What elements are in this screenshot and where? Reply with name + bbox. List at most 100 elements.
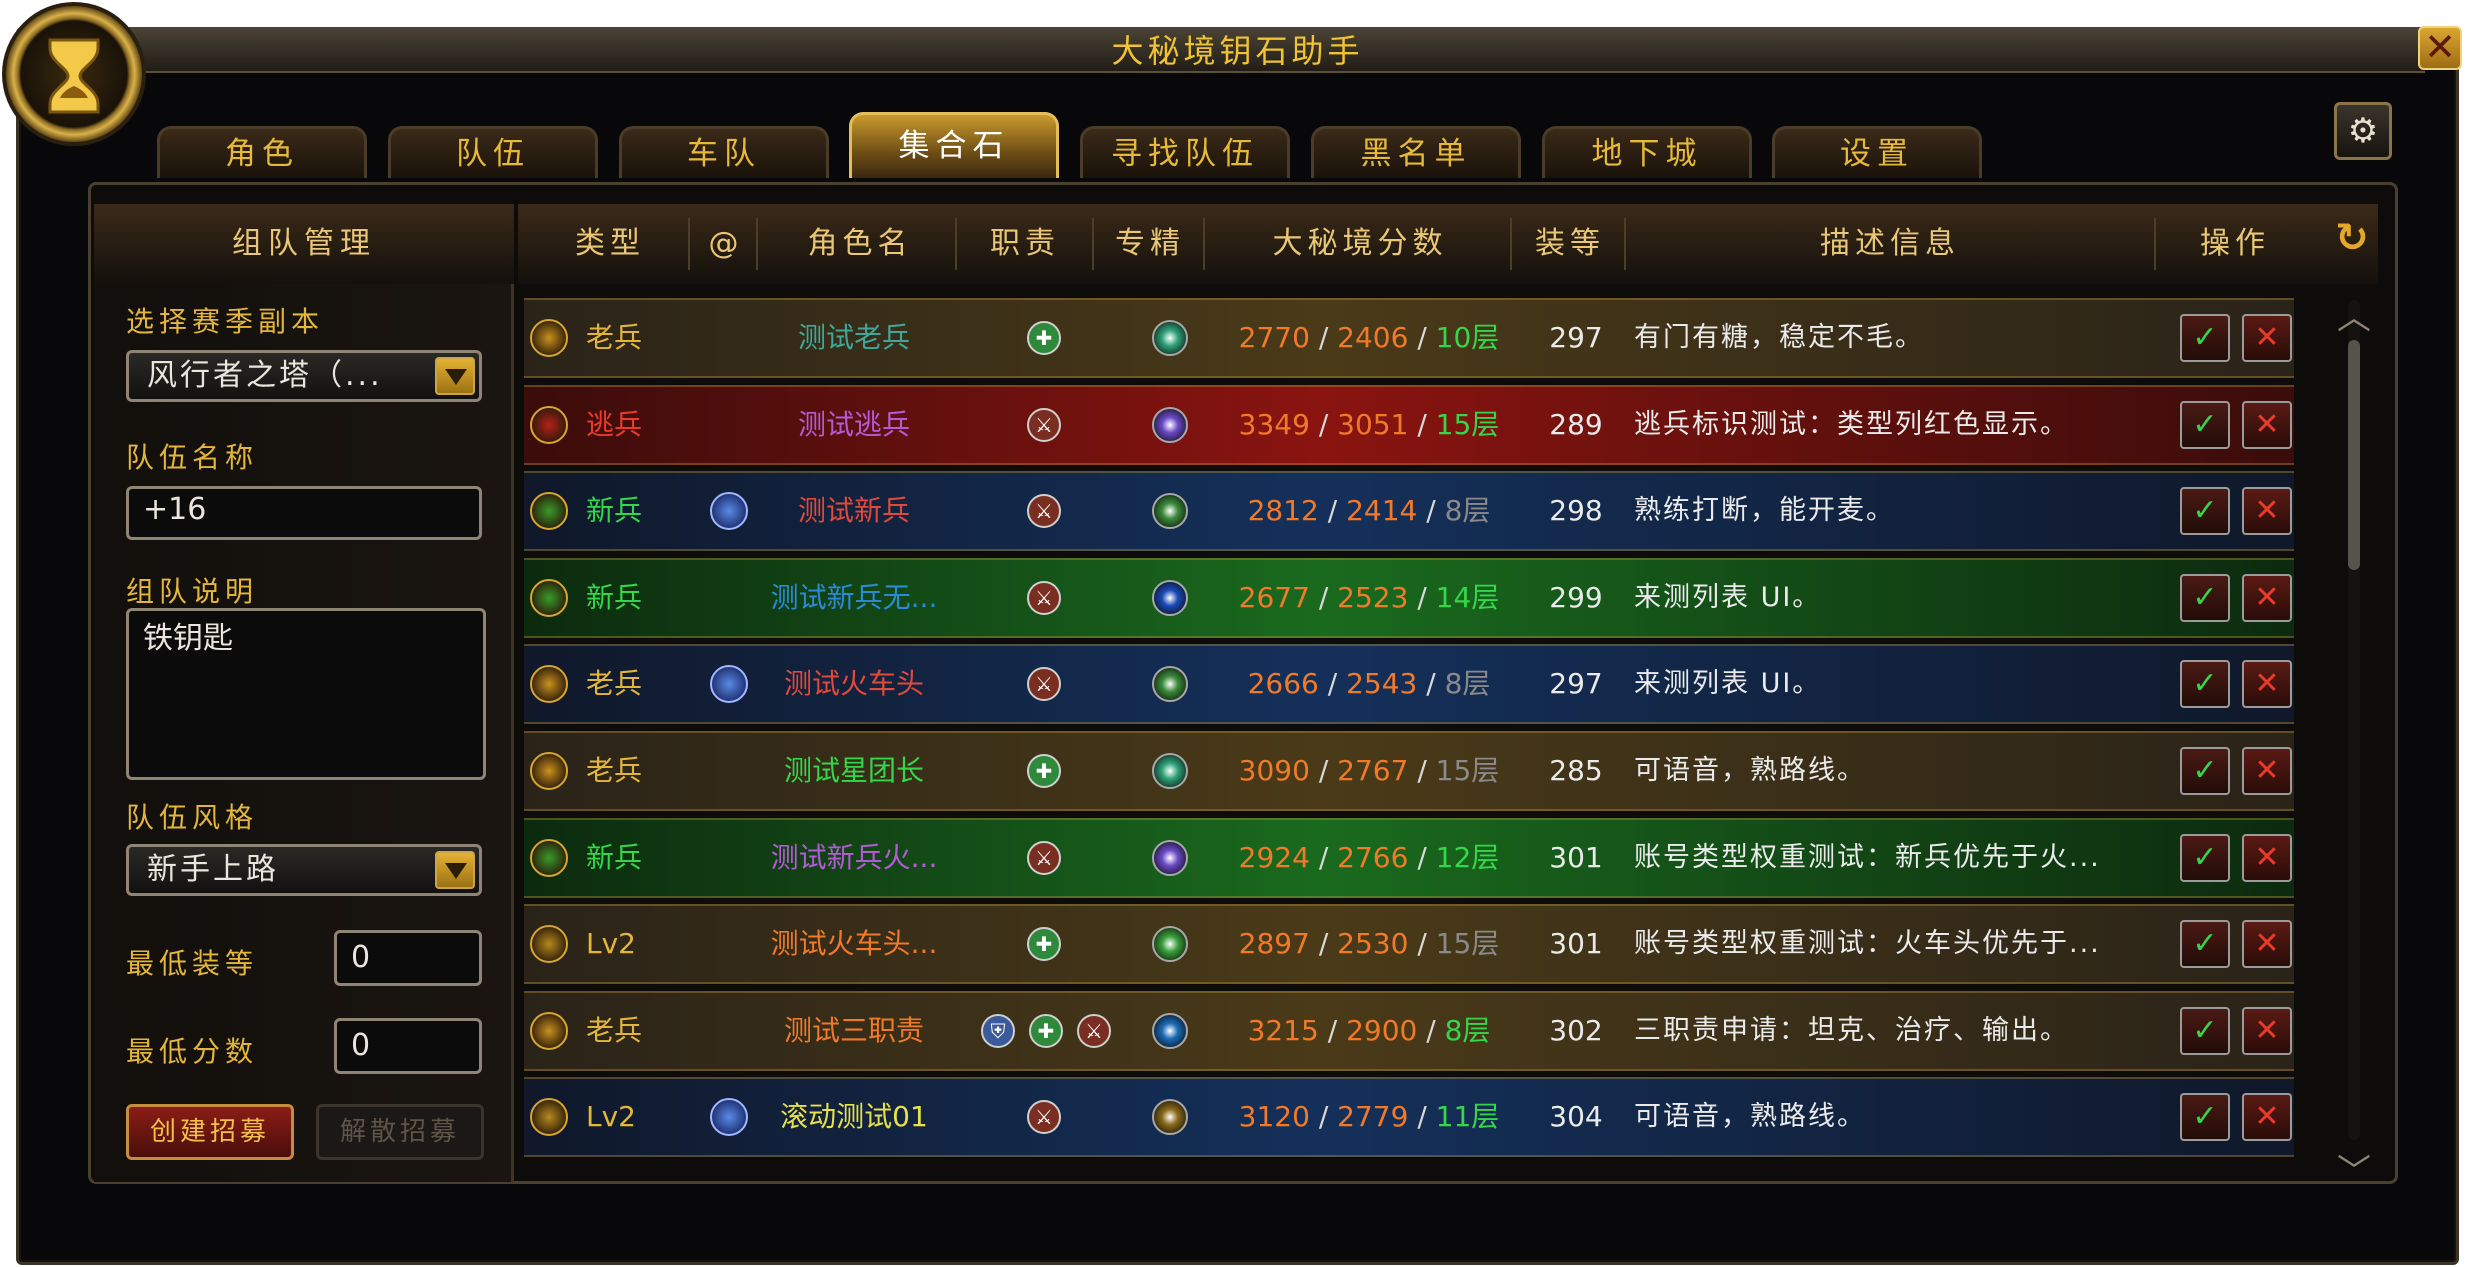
score-separator: / [1417, 1014, 1445, 1047]
create-recruit-button[interactable]: 创建招募 [126, 1104, 294, 1160]
gear-icon[interactable]: ⚙ [2334, 102, 2392, 160]
type-badge-icon [530, 319, 568, 357]
tab-settings[interactable]: 设置 [1772, 126, 1982, 178]
keystone-level: 8层 [1444, 494, 1491, 527]
col-at[interactable]: @ [696, 204, 756, 284]
accept-button[interactable]: ✓ [2180, 660, 2230, 708]
accept-button[interactable]: ✓ [2180, 401, 2230, 449]
sidebar-title: 组队管理 [94, 204, 514, 284]
decline-button[interactable]: ✕ [2242, 487, 2292, 535]
decline-button[interactable]: ✕ [2242, 1007, 2292, 1055]
table-row[interactable]: 老兵 测试星团长 ✚ 3090 / 2767 / 15层 285 可语音，熟路线。 ✓ ✕ [524, 731, 2294, 811]
decline-button[interactable]: ✕ [2242, 920, 2292, 968]
accept-button[interactable]: ✓ [2180, 314, 2230, 362]
table-row[interactable]: 新兵 测试新兵无... ⚔ 2677 / 2523 / 14层 299 来测列表 UI。 ✓… [524, 558, 2294, 638]
spec-icon [1152, 666, 1188, 702]
accept-button[interactable]: ✓ [2180, 574, 2230, 622]
type-label: Lv2 [586, 1100, 636, 1133]
score-separator: / [1417, 494, 1445, 527]
desc-textarea[interactable]: 铁钥匙 [126, 608, 486, 780]
decline-button[interactable]: ✕ [2242, 747, 2292, 795]
table-row[interactable]: 新兵 测试新兵 ⚔ 2812 / 2414 / 8层 298 熟练打断，能开麦。 ✓ ✕ [524, 471, 2294, 551]
description: 账号类型权重测试：新兵优先于火... [1634, 842, 2101, 873]
team-name-input[interactable]: +16 [126, 486, 482, 540]
type-label: 老兵 [586, 754, 643, 787]
healer-role-icon: ✚ [1027, 321, 1061, 355]
table-row[interactable]: 老兵 测试火车头 ⚔ 2666 / 2543 / 8层 297 来测列表 UI。 ✓ ✕ [524, 644, 2294, 724]
tab-convoy[interactable]: 车队 [619, 126, 829, 178]
item-level: 297 [1549, 321, 1603, 354]
dps-role-icon: ⚔ [1027, 408, 1061, 442]
type-badge-icon [530, 406, 568, 444]
character-name[interactable]: 测试星团长 [754, 733, 954, 809]
chevron-down-icon[interactable] [435, 851, 475, 889]
character-name[interactable]: 滚动测试01 [754, 1079, 954, 1155]
character-name[interactable]: 测试火车头... [754, 906, 954, 982]
accept-button[interactable]: ✓ [2180, 1093, 2230, 1141]
col-ilvl[interactable]: 装等 [1520, 204, 1620, 284]
dissolve-recruit-button[interactable]: 解散招募 [316, 1104, 484, 1160]
scroll-up-icon[interactable]: ︿ [2334, 290, 2374, 339]
decline-button[interactable]: ✕ [2242, 574, 2292, 622]
at-mention-icon [710, 665, 748, 703]
table-row[interactable]: 老兵 测试老兵 ✚ 2770 / 2406 / 10层 297 有门有糖，稳定不毛。 ✓ ✕ [524, 298, 2294, 378]
accept-button[interactable]: ✓ [2180, 834, 2230, 882]
character-name[interactable]: 测试逃兵 [754, 387, 954, 463]
tab-blacklist[interactable]: 黑名单 [1311, 126, 1521, 178]
score-separator: / [1309, 841, 1338, 874]
tank-role-icon: ⛨ [981, 1014, 1015, 1048]
tab-dungeon[interactable]: 地下城 [1542, 126, 1752, 178]
character-name[interactable]: 测试三职责 [754, 993, 954, 1069]
col-spec[interactable]: 专精 [1100, 204, 1200, 284]
character-name[interactable]: 测试新兵火... [754, 820, 954, 896]
table-row[interactable]: 老兵 测试三职责 ⛨ ✚ ⚔ 3215 / 2900 / 8层 302 三职责申请：坦克、治疗… [524, 991, 2294, 1071]
character-name[interactable]: 测试老兵 [754, 300, 954, 376]
table-row[interactable]: 新兵 测试新兵火... ⚔ 2924 / 2766 / 12层 301 账号类型权重测试：… [524, 818, 2294, 898]
scrollbar-thumb[interactable] [2348, 340, 2360, 570]
type-label: Lv2 [586, 927, 636, 960]
tab-find-group[interactable]: 寻找队伍 [1080, 126, 1290, 178]
description: 可语音，熟路线。 [1634, 1101, 1866, 1132]
decline-button[interactable]: ✕ [2242, 1093, 2292, 1141]
tab-team[interactable]: 队伍 [388, 126, 598, 178]
col-name[interactable]: 角色名 [780, 204, 940, 284]
spec-icon [1152, 493, 1188, 529]
score-current: 2924 [1238, 841, 1310, 874]
decline-button[interactable]: ✕ [2242, 401, 2292, 449]
score-separator: / [1318, 667, 1347, 700]
score-cell: 3090 / 2767 / 15层 [1224, 733, 1514, 809]
character-name[interactable]: 测试新兵无... [754, 560, 954, 636]
min-ilvl-input[interactable]: 0 [334, 930, 482, 986]
accept-button[interactable]: ✓ [2180, 747, 2230, 795]
col-role[interactable]: 职责 [970, 204, 1080, 284]
score-cell: 3349 / 3051 / 15层 [1224, 387, 1514, 463]
col-score[interactable]: 大秘境分数 [1240, 204, 1480, 284]
team-name-label: 队伍名称 [126, 441, 259, 474]
table-row[interactable]: 逃兵 测试逃兵 ⚔ 3349 / 3051 / 15层 289 逃兵标识测试：类型列红色显… [524, 385, 2294, 465]
score-separator: / [1408, 1100, 1436, 1133]
refresh-icon[interactable]: ↻ [2330, 216, 2374, 260]
col-type[interactable]: 类型 [560, 204, 660, 284]
decline-button[interactable]: ✕ [2242, 834, 2292, 882]
decline-button[interactable]: ✕ [2242, 660, 2292, 708]
accept-button[interactable]: ✓ [2180, 920, 2230, 968]
decline-button[interactable]: ✕ [2242, 314, 2292, 362]
table-row[interactable]: Lv2 测试火车头... ✚ 2897 / 2530 / 15层 301 账号类型权重测试… [524, 904, 2294, 984]
score-cell: 2812 / 2414 / 8层 [1224, 473, 1514, 549]
season-dropdown[interactable]: 风行者之塔（... [126, 350, 482, 402]
scroll-down-icon[interactable]: ﹀ [2334, 1144, 2374, 1193]
close-button[interactable]: ✕ [2418, 26, 2462, 70]
character-name[interactable]: 测试新兵 [754, 473, 954, 549]
tab-meeting-stone[interactable]: 集合石 [849, 112, 1059, 178]
table-row[interactable]: Lv2 滚动测试01 ⚔ 3120 / 2779 / 11层 304 可语音，熟路线。 ✓ ✕ [524, 1077, 2294, 1157]
chevron-down-icon[interactable] [435, 357, 475, 395]
style-dropdown[interactable]: 新手上路 [126, 844, 482, 896]
character-name[interactable]: 测试火车头 [754, 646, 954, 722]
min-score-input[interactable]: 0 [334, 1018, 482, 1074]
score-previous: 2900 [1346, 1014, 1418, 1047]
description: 逃兵标识测试：类型列红色显示。 [1634, 409, 2069, 440]
accept-button[interactable]: ✓ [2180, 1007, 2230, 1055]
tab-character[interactable]: 角色 [157, 126, 367, 178]
accept-button[interactable]: ✓ [2180, 487, 2230, 535]
score-previous: 2779 [1337, 1100, 1409, 1133]
